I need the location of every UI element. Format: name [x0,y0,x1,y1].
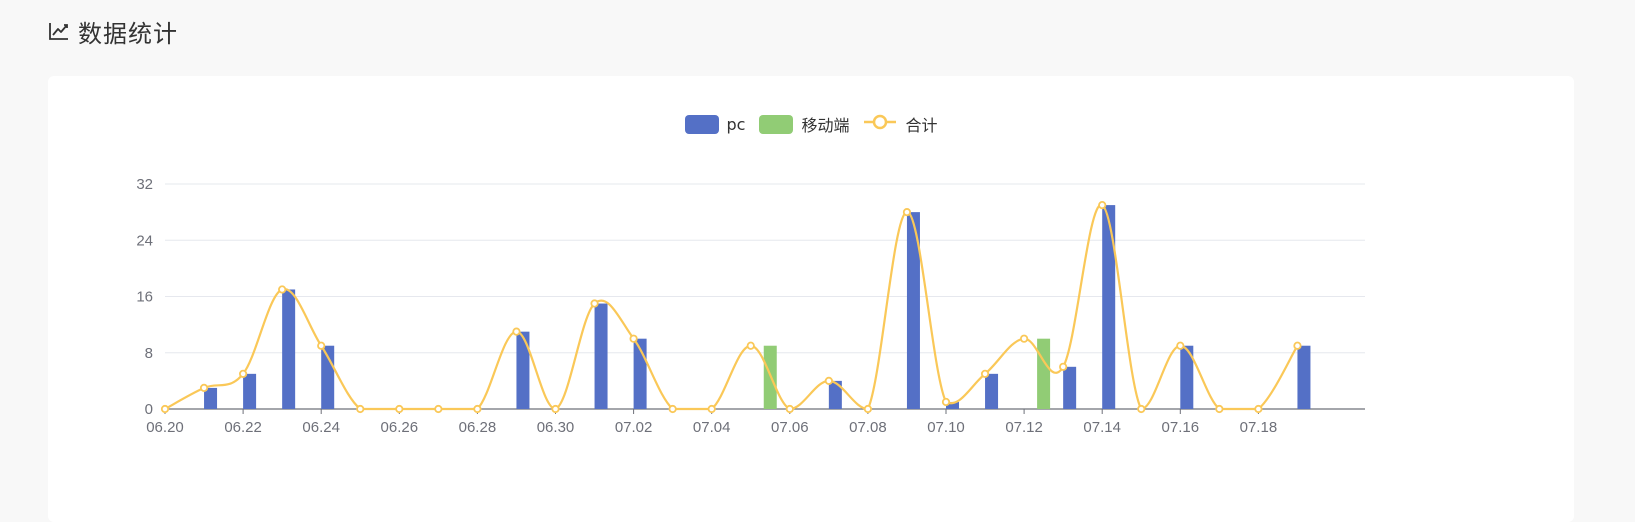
x-tick-label: 06.30 [537,419,575,436]
point-total [317,341,326,350]
point-total [1254,404,1263,414]
point-total [629,334,638,343]
y-tick-label: 0 [145,401,153,418]
page-title: 数据统计 [78,19,178,48]
point-total [199,383,209,393]
x-tick-label: 06.28 [459,419,497,436]
x-tick-label: 07.06 [771,419,809,436]
point-total [473,404,482,414]
bar-pc [985,373,999,409]
y-tick-label: 16 [136,289,153,306]
x-tick-label: 07.14 [1083,419,1121,436]
point-total [668,404,677,414]
bar-pc [243,373,257,409]
point-total [278,285,287,294]
point-total [824,376,833,385]
x-tick-label: 07.02 [615,419,653,436]
point-total [746,341,755,350]
point-total [590,299,599,308]
point-total [1019,334,1029,343]
x-tick-label: 07.04 [693,419,731,436]
x-tick-label: 07.12 [1005,419,1043,436]
point-total [1293,341,1302,350]
x-tick-label: 06.24 [302,419,340,436]
line-total [164,203,1299,411]
bar-pc [282,289,296,409]
point-total [160,404,170,414]
section-header: 数据统计 [48,14,178,48]
x-tick-label: 07.16 [1162,419,1200,436]
point-total [902,208,912,217]
bar-pc [1297,345,1311,409]
bar-mobile [1037,338,1051,409]
chart-card: pc 移动端 合计 0 8 16 24 32 06.20 06.22 06.24 06.26 06… [48,76,1574,522]
point-total [395,404,404,414]
x-tick-label: 07.10 [927,419,965,436]
bar-pc [1102,205,1116,409]
point-total [551,404,560,414]
bar-pc [516,331,530,409]
point-total [434,404,443,414]
y-tick-label: 8 [145,345,153,362]
point-total [980,369,990,378]
y-tick-label: 32 [136,176,153,193]
bar-pc [594,303,608,409]
point-total [356,404,365,414]
point-total [512,327,521,336]
y-tick-label: 24 [136,232,153,249]
bar-pc [1063,366,1077,409]
x-tick-label: 06.20 [146,419,184,436]
chart-plot: 0 8 16 24 32 06.20 06.22 06.24 06.26 06.28 06.30 07… [136,176,1365,436]
point-total [863,404,873,414]
point-total [1176,341,1185,350]
point-total [1137,404,1146,414]
x-tick-label: 06.26 [381,419,419,436]
point-total [1098,200,1107,210]
point-total [239,369,248,378]
point-total [1059,362,1068,371]
point-total [785,404,794,414]
point-total [941,397,951,407]
line-chart-icon [48,21,70,41]
x-tick-label: 07.18 [1240,419,1278,436]
point-total [1215,404,1224,414]
x-tick-label: 06.22 [224,419,262,436]
x-tick-label: 07.08 [849,419,887,436]
point-total [707,404,716,414]
